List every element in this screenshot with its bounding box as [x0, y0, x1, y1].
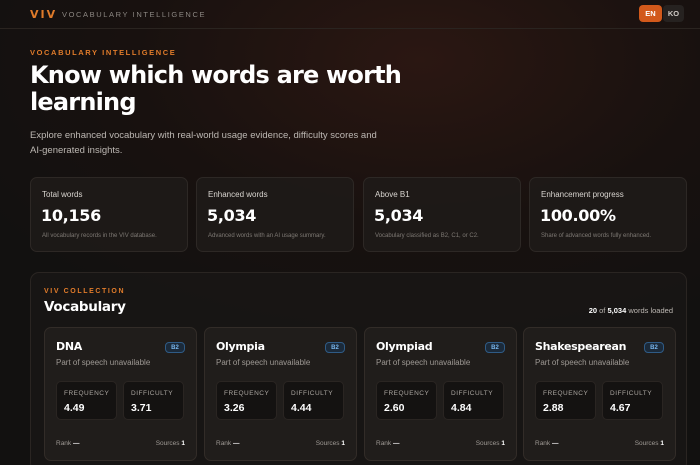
collection-eyebrow: VIV COLLECTION [44, 288, 126, 295]
top-navigation-bar: VIV VOCABULARY INTELLIGENCE EN KO [0, 0, 700, 29]
word-card-dna[interactable]: DNA B2 Part of speech unavailable FREQUE… [44, 327, 197, 461]
frequency-metric: FREQUENCY 3.26 [216, 381, 277, 420]
word-title: Olympiad [376, 340, 433, 353]
word-card-shakespearean[interactable]: Shakespearean B2 Part of speech unavaila… [523, 327, 676, 461]
collection-title: Vocabulary [44, 299, 126, 315]
difficulty-value: 4.84 [451, 402, 472, 414]
stat-label: Enhanced words [208, 190, 268, 199]
frequency-metric: FREQUENCY 4.49 [56, 381, 117, 420]
cefr-level-badge: B2 [165, 342, 185, 353]
stat-description: All vocabulary records in the VIV databa… [42, 233, 157, 239]
difficulty-value: 4.44 [291, 402, 312, 414]
sources-value: 1 [501, 440, 505, 447]
sources-info: Sources 1 [156, 440, 185, 447]
difficulty-value: 4.67 [610, 402, 631, 414]
stat-label: Total words [42, 190, 83, 199]
stat-card-enhancement-progress: Enhancement progress 100.00% Share of ad… [529, 177, 687, 252]
stat-value: 5,034 [374, 206, 424, 225]
brand-logo[interactable]: VIV [30, 8, 57, 21]
rank-label: Rank [535, 440, 551, 447]
metric-label: DIFFICULTY [451, 390, 494, 397]
sources-label: Sources [475, 440, 500, 447]
rank-info: Rank — [376, 440, 400, 447]
cefr-level-badge: B2 [485, 342, 505, 353]
part-of-speech: Part of speech unavailable [216, 358, 311, 367]
sources-info: Sources 1 [476, 440, 505, 447]
stat-card-enhanced-words: Enhanced words 5,034 Advanced words with… [196, 177, 354, 252]
stat-value: 5,034 [207, 206, 257, 225]
difficulty-metric: DIFFICULTY 3.71 [123, 381, 184, 420]
stat-card-total-words: Total words 10,156 All vocabulary record… [30, 177, 188, 252]
rank-info: Rank — [535, 440, 559, 447]
difficulty-metric: DIFFICULTY 4.44 [283, 381, 344, 420]
hero-description: Explore enhanced vocabulary with real-wo… [30, 130, 377, 156]
hero-title: Know which words are worth learning [30, 61, 402, 116]
word-title: DNA [56, 340, 82, 353]
metric-label: FREQUENCY [64, 390, 110, 397]
sources-info: Sources 1 [635, 440, 664, 447]
sources-label: Sources [634, 440, 659, 447]
sources-info: Sources 1 [316, 440, 345, 447]
stat-card-above-b1: Above B1 5,034 Vocabulary classified as … [363, 177, 521, 252]
sources-label: Sources [315, 440, 340, 447]
rank-value: — [393, 440, 400, 447]
frequency-value: 2.60 [384, 402, 405, 414]
metric-label: DIFFICULTY [131, 390, 174, 397]
brand-subtitle: VOCABULARY INTELLIGENCE [62, 10, 207, 19]
frequency-metric: FREQUENCY 2.88 [535, 381, 596, 420]
word-card-olympiad[interactable]: Olympiad B2 Part of speech unavailable F… [364, 327, 517, 461]
stat-description: Share of advanced words fully enhanced. [541, 233, 652, 239]
stat-value: 100.00% [540, 206, 616, 225]
rank-label: Rank [56, 440, 72, 447]
stat-description: Vocabulary classified as B2, C1, or C2. [375, 233, 479, 239]
sources-label: Sources [155, 440, 180, 447]
sources-value: 1 [660, 440, 664, 447]
part-of-speech: Part of speech unavailable [535, 358, 630, 367]
frequency-value: 2.88 [543, 402, 564, 414]
rank-value: — [73, 440, 80, 447]
count-suffix: words loaded [628, 306, 673, 315]
stat-value: 10,156 [41, 206, 101, 225]
metric-label: FREQUENCY [224, 390, 270, 397]
part-of-speech: Part of speech unavailable [376, 358, 471, 367]
stat-label: Enhancement progress [541, 190, 624, 199]
rank-info: Rank — [56, 440, 80, 447]
count-of: of [599, 306, 606, 315]
words-loaded-count: 20 of 5,034 words loaded [589, 306, 673, 315]
metric-label: FREQUENCY [543, 390, 589, 397]
hero-eyebrow: VOCABULARY INTELLIGENCE [30, 48, 177, 57]
loaded-count: 20 [588, 306, 598, 315]
metric-label: DIFFICULTY [291, 390, 334, 397]
metric-label: FREQUENCY [384, 390, 430, 397]
word-card-olympia[interactable]: Olympia B2 Part of speech unavailable FR… [204, 327, 357, 461]
rank-label: Rank [216, 440, 232, 447]
cefr-level-badge: B2 [325, 342, 345, 353]
vocabulary-collection: VIV COLLECTION Vocabulary 20 of 5,034 wo… [30, 272, 687, 465]
frequency-value: 3.26 [224, 402, 245, 414]
language-ko-button[interactable]: KO [663, 5, 684, 22]
metric-label: DIFFICULTY [610, 390, 653, 397]
rank-info: Rank — [216, 440, 240, 447]
word-title: Olympia [216, 340, 265, 353]
stat-description: Advanced words with an AI usage summary. [208, 233, 326, 239]
cefr-level-badge: B2 [644, 342, 664, 353]
difficulty-metric: DIFFICULTY 4.67 [602, 381, 663, 420]
frequency-value: 4.49 [64, 402, 85, 414]
difficulty-metric: DIFFICULTY 4.84 [443, 381, 504, 420]
stat-label: Above B1 [375, 190, 410, 199]
difficulty-value: 3.71 [131, 402, 152, 414]
sources-value: 1 [181, 440, 185, 447]
rank-value: — [233, 440, 240, 447]
total-count: 5,034 [607, 306, 627, 315]
sources-value: 1 [341, 440, 345, 447]
word-title: Shakespearean [535, 340, 627, 353]
part-of-speech: Part of speech unavailable [56, 358, 151, 367]
language-en-button[interactable]: EN [639, 5, 662, 22]
frequency-metric: FREQUENCY 2.60 [376, 381, 437, 420]
rank-value: — [552, 440, 559, 447]
rank-label: Rank [376, 440, 392, 447]
